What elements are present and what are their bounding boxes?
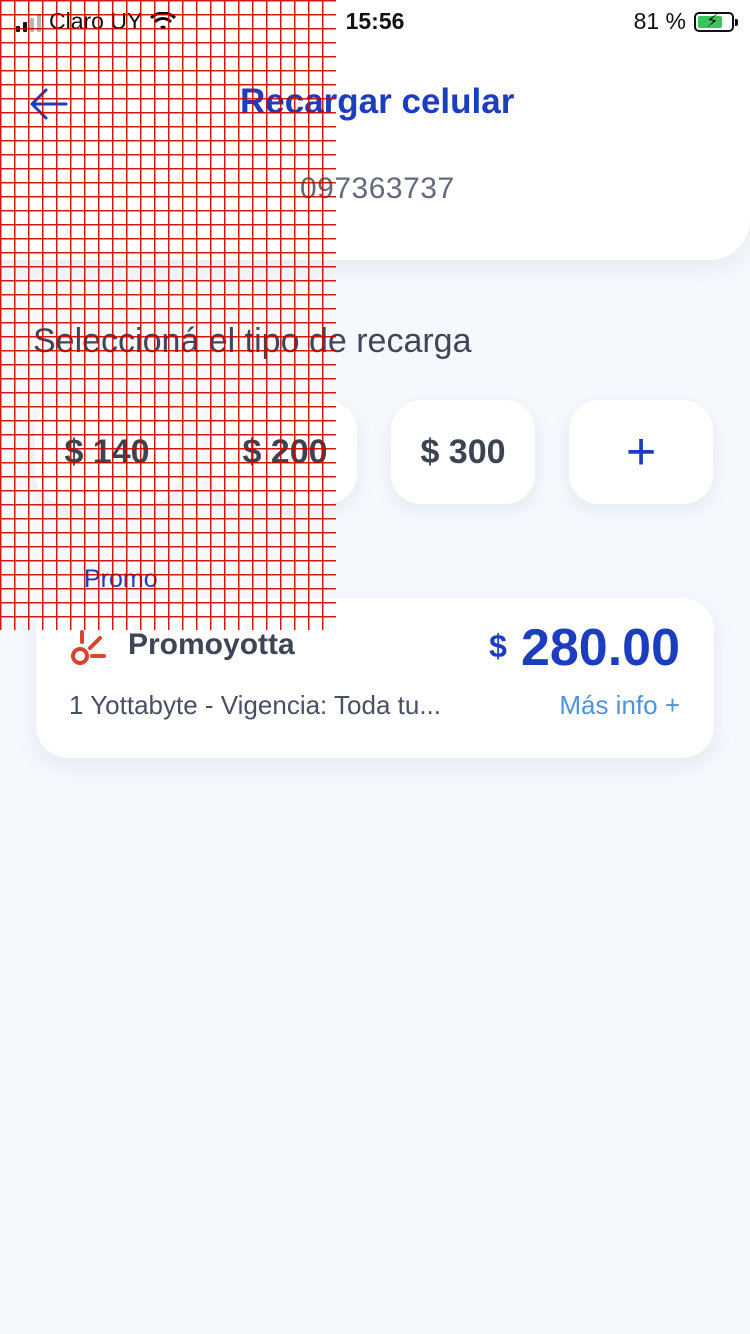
promo-price: $280.00	[489, 618, 680, 678]
promo-currency: $	[489, 628, 507, 664]
promo-card[interactable]: Promoyotta $280.00 1 Yottabyte - Vigenci…	[36, 598, 714, 758]
phone-number: 097363737	[300, 172, 455, 205]
add-amount-button[interactable]: +	[569, 400, 713, 504]
status-right: 81 % ⚡	[633, 8, 738, 35]
section-label: Seleccioná el tipo de recarga	[33, 322, 472, 360]
promo-name: Promoyotta	[128, 628, 295, 661]
charging-bolt-icon: ⚡	[706, 10, 719, 31]
more-info-link[interactable]: Más info +	[559, 690, 680, 721]
status-bar: Claro UY 15:56 81 % ⚡	[0, 0, 750, 44]
promo-price-value: 280.00	[520, 619, 680, 677]
battery-icon: ⚡	[694, 10, 738, 32]
amount-button-140[interactable]: $ 140	[35, 400, 179, 504]
amount-button-300[interactable]: $ 300	[391, 400, 535, 504]
promo-burst-icon	[71, 630, 106, 665]
page-title: Recargar celular	[240, 82, 515, 121]
amount-button-200[interactable]: $ 200	[213, 400, 357, 504]
promo-label: Promo	[84, 565, 158, 593]
arrow-left-icon[interactable]	[28, 86, 68, 122]
battery-percent: 81 %	[633, 8, 686, 34]
promo-description: 1 Yottabyte - Vigencia: Toda tu...	[69, 690, 441, 720]
